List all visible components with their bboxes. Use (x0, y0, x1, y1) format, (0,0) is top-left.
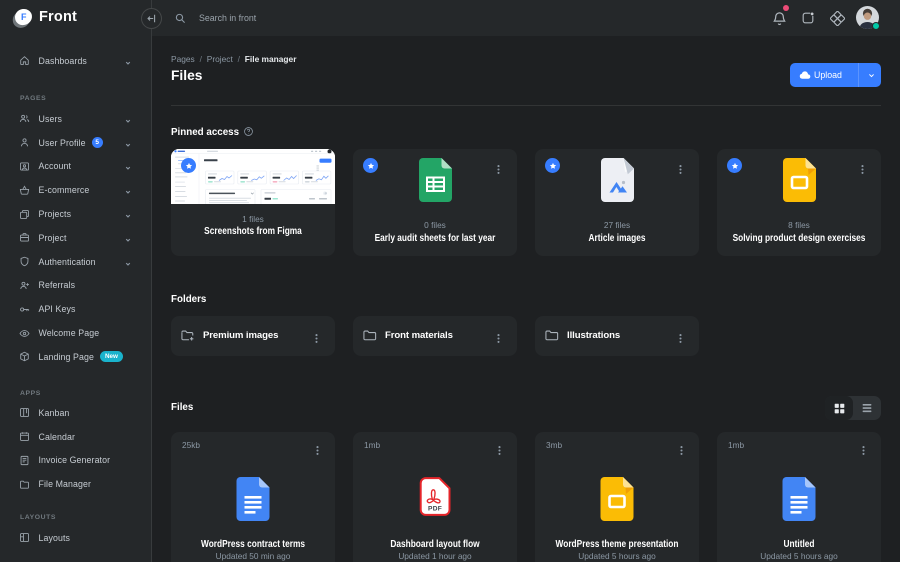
svg-text:PDF: PDF (428, 506, 442, 513)
